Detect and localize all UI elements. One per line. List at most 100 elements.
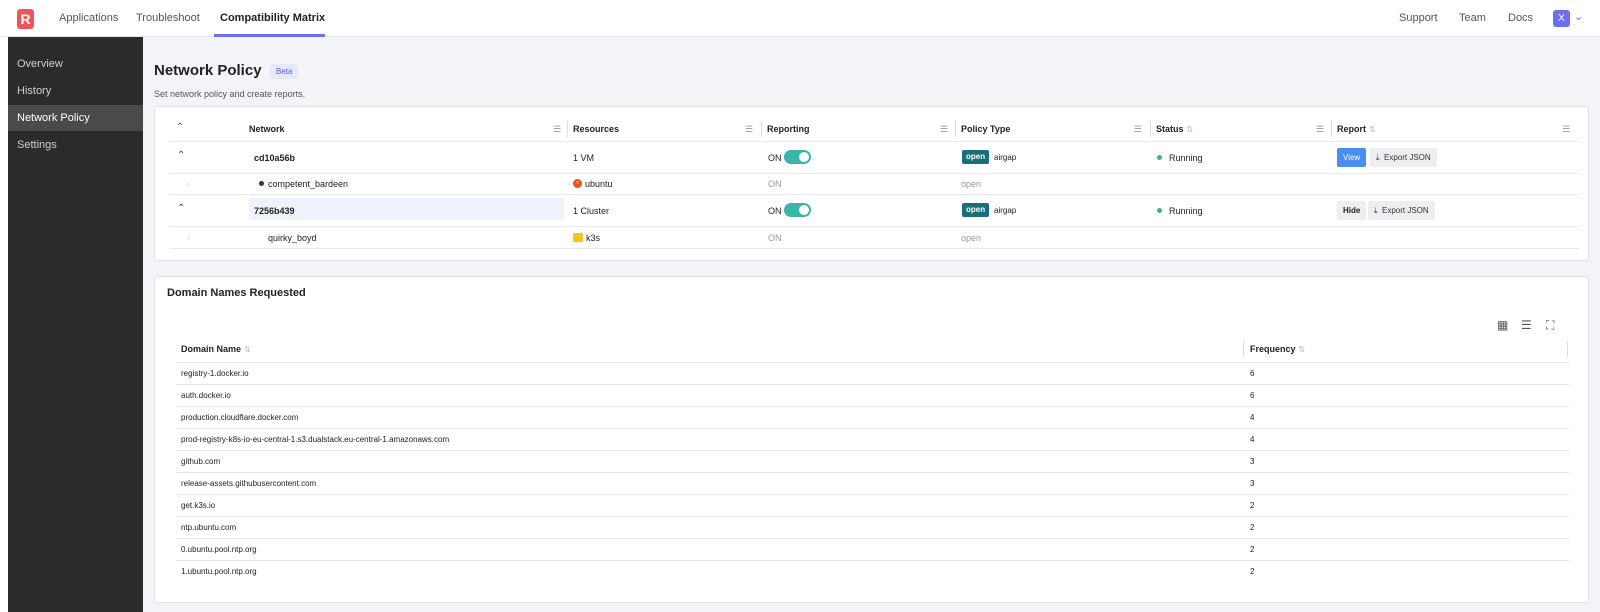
frequency-cell: 3 (1250, 479, 1255, 488)
status-text: Running (1169, 153, 1203, 163)
column-menu-icon[interactable]: ☰ (1316, 124, 1324, 135)
reporting-toggle[interactable] (784, 203, 811, 217)
row-divider (176, 384, 1569, 385)
column-header-report[interactable]: Report ⇅ (1337, 124, 1376, 134)
chevron-up-icon[interactable]: ⌃ (177, 203, 185, 214)
frequency-cell: 2 (1250, 501, 1255, 510)
row-divider (176, 428, 1569, 429)
tab-compatibility-matrix[interactable]: Compatibility Matrix (220, 12, 325, 24)
fullscreen-icon[interactable]: ⛶ (1546, 318, 1554, 333)
sidebar-item-history[interactable]: History (8, 78, 143, 104)
row-divider (176, 494, 1569, 495)
domain-name-cell: registry-1.docker.io (181, 369, 249, 378)
row-divider (176, 362, 1569, 363)
frequency-cell: 6 (1250, 369, 1255, 378)
sort-icon[interactable]: ⇅ (1187, 125, 1194, 134)
domain-name-cell: ntp.ubuntu.com (181, 523, 237, 532)
sidebar-item-overview[interactable]: Overview (8, 51, 143, 77)
row-divider (169, 173, 1579, 174)
frequency-cell: 4 (1250, 435, 1255, 444)
support-link[interactable]: Support (1399, 12, 1438, 24)
frequency-cell: 2 (1250, 523, 1255, 532)
child-name[interactable]: competent_bardeen (268, 179, 348, 189)
collapse-all-icon[interactable]: ⌃ (176, 122, 184, 133)
chevron-down-icon[interactable]: ⌄ (1574, 10, 1583, 23)
export-json-button[interactable]: ⤓ Export JSON (1370, 148, 1437, 167)
bullet-icon (259, 181, 264, 186)
column-menu-icon[interactable]: ☰ (745, 124, 753, 135)
column-divider[interactable] (955, 121, 956, 137)
sort-icon[interactable]: ⇅ (244, 345, 251, 354)
columns-icon[interactable]: ▦ (1497, 318, 1508, 332)
column-header-frequency[interactable]: Frequency ⇅ (1250, 344, 1305, 354)
sidebar: Overview History Network Policy Settings (8, 37, 143, 612)
sort-icon[interactable]: ⇅ (1369, 125, 1376, 134)
column-header-status[interactable]: Status ⇅ (1156, 124, 1193, 134)
child-policy: open (961, 179, 982, 189)
column-menu-icon[interactable]: ☰ (1134, 124, 1142, 135)
frequency-cell: 2 (1250, 567, 1255, 576)
frequency-cell: 2 (1250, 545, 1255, 554)
view-button[interactable]: View (1337, 148, 1367, 167)
child-resource: k3s (586, 233, 601, 243)
reporting-toggle[interactable] (784, 150, 811, 164)
column-menu-icon[interactable]: ☰ (940, 124, 948, 135)
brand-logo[interactable]: R (17, 9, 34, 29)
column-header-policy-type[interactable]: Policy Type (961, 124, 1010, 134)
child-policy: open (961, 233, 982, 243)
docs-link[interactable]: Docs (1508, 12, 1533, 24)
domains-card-title: Domain Names Requested (167, 287, 306, 299)
avatar[interactable]: X (1553, 10, 1570, 27)
child-reporting: ON (768, 233, 782, 243)
domain-name-cell: 1.ubuntu.pool.ntp.org (181, 567, 257, 576)
column-header-resources[interactable]: Resources (573, 124, 619, 134)
page-subtitle: Set network policy and create reports. (154, 89, 306, 99)
domain-name-cell: auth.docker.io (181, 391, 231, 400)
network-id[interactable]: cd10a56b (254, 153, 295, 163)
column-menu-icon[interactable]: ☰ (1562, 124, 1570, 135)
hide-button[interactable]: Hide (1337, 201, 1367, 220)
column-menu-icon[interactable]: ☰ (553, 124, 561, 135)
status-dot (1157, 155, 1162, 160)
column-header-reporting[interactable]: Reporting (767, 124, 810, 134)
column-divider[interactable] (761, 121, 762, 137)
density-icon[interactable]: ☰ (1521, 318, 1532, 332)
column-divider[interactable] (1331, 121, 1332, 137)
row-divider (176, 406, 1569, 407)
domain-name-cell: 0.ubuntu.pool.ntp.org (181, 545, 257, 554)
domain-name-cell: release-assets.githubusercontent.com (181, 479, 317, 488)
domain-name-cell: prod-registry-k8s-io-eu-central-1.s3.dua… (181, 435, 450, 444)
row-divider (176, 560, 1569, 561)
chevron-right-icon[interactable]: › (187, 232, 190, 242)
sort-icon[interactable]: ⇅ (1299, 345, 1306, 354)
status-dot (1157, 208, 1162, 213)
tab-applications[interactable]: Applications (59, 12, 118, 24)
network-id[interactable]: 7256b439 (254, 206, 295, 216)
row-divider (169, 226, 1579, 227)
team-link[interactable]: Team (1459, 12, 1486, 24)
chevron-up-icon[interactable]: ⌃ (177, 150, 185, 161)
chevron-right-icon[interactable]: › (187, 179, 190, 189)
export-json-button[interactable]: ⤓ Export JSON (1368, 201, 1435, 220)
domain-name-cell: github.com (181, 457, 221, 466)
reporting-label: ON (768, 206, 782, 216)
row-divider (169, 248, 1579, 249)
sidebar-item-network-policy[interactable]: Network Policy (8, 105, 143, 131)
row-divider (169, 194, 1579, 195)
domain-name-cell: production.cloudflare.docker.com (181, 413, 299, 422)
k3s-icon (573, 233, 583, 242)
column-divider[interactable] (1243, 341, 1244, 357)
row-divider (176, 516, 1569, 517)
column-header-domain-name[interactable]: Domain Name ⇅ (181, 344, 251, 354)
sidebar-item-settings[interactable]: Settings (8, 132, 143, 158)
download-icon: ⤓ (1374, 206, 1378, 215)
tab-troubleshoot[interactable]: Troubleshoot (136, 12, 200, 24)
child-name[interactable]: quirky_boyd (268, 233, 317, 243)
column-divider[interactable] (1567, 341, 1568, 357)
column-header-network[interactable]: Network (249, 124, 285, 134)
ubuntu-icon: ○ (573, 179, 582, 188)
network-resources: 1 Cluster (573, 206, 610, 216)
column-divider[interactable] (567, 121, 568, 137)
reporting-label: ON (768, 153, 782, 163)
column-divider[interactable] (1150, 121, 1151, 137)
